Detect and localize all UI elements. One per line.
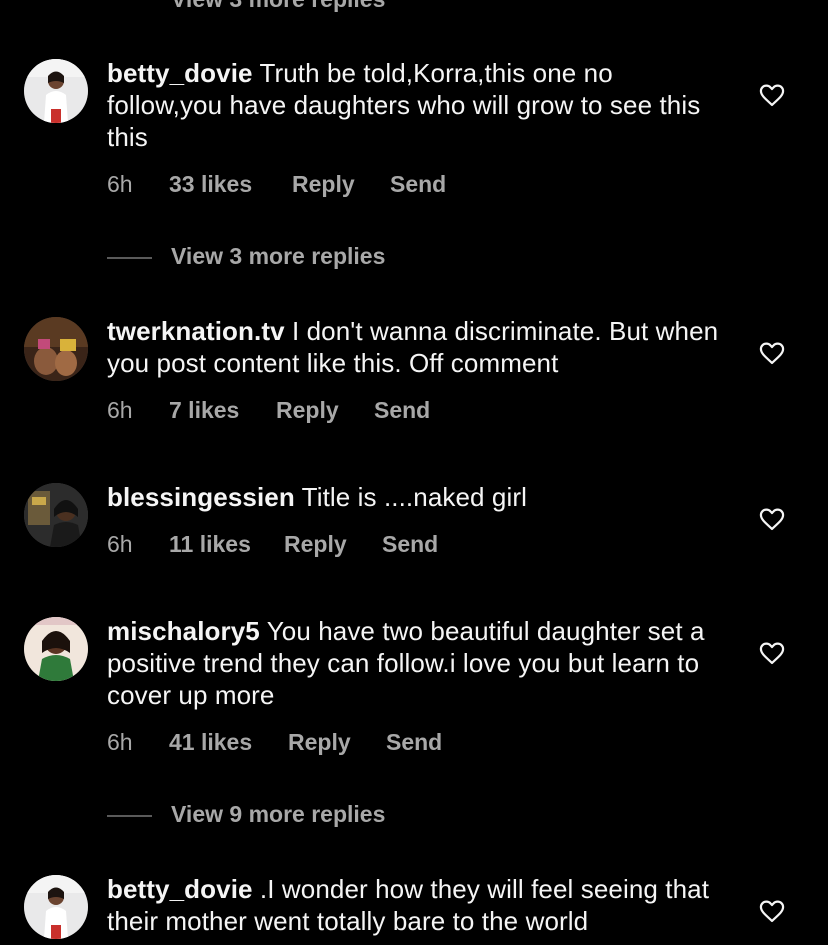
send-button[interactable]: Send xyxy=(390,171,446,198)
comment-text: betty_dovie Truth be told,Korra,this one… xyxy=(107,57,727,153)
comment-username[interactable]: blessingessien xyxy=(107,482,295,512)
avatar[interactable] xyxy=(24,875,88,939)
reply-button[interactable]: Reply xyxy=(292,171,355,198)
likes-count[interactable]: 7 likes xyxy=(169,397,239,424)
comment-time: 6h xyxy=(107,171,133,197)
heart-icon[interactable] xyxy=(758,81,786,109)
view-more-replies-top[interactable]: View 3 more replies xyxy=(0,0,828,16)
comment-time: 6h xyxy=(107,729,133,755)
comment-text: mischalory5 You have two beautiful daugh… xyxy=(107,615,727,711)
avatar[interactable] xyxy=(24,59,88,123)
view-more-replies[interactable]: View 3 more replies xyxy=(107,243,507,273)
send-button[interactable]: Send xyxy=(374,397,430,424)
reply-button[interactable]: Reply xyxy=(284,531,347,558)
heart-icon[interactable] xyxy=(758,505,786,533)
view-more-replies-label: View 9 more replies xyxy=(171,801,386,827)
comment-username[interactable]: mischalory5 xyxy=(107,616,260,646)
comment-username[interactable]: betty_dovie xyxy=(107,58,253,88)
comment-text: betty_dovie .I wonder how they will feel… xyxy=(107,873,727,937)
replies-divider xyxy=(107,257,152,259)
comment-time: 6h xyxy=(107,397,133,423)
view-more-replies-label: View 3 more replies xyxy=(171,243,386,269)
avatar[interactable] xyxy=(24,617,88,681)
likes-count[interactable]: 41 likes xyxy=(169,729,252,756)
send-button[interactable]: Send xyxy=(386,729,442,756)
comment-body: Title is ....naked girl xyxy=(294,482,527,512)
replies-divider xyxy=(107,815,152,817)
reply-button[interactable]: Reply xyxy=(276,397,339,424)
likes-count[interactable]: 33 likes xyxy=(169,171,252,198)
likes-count[interactable]: 11 likes xyxy=(169,531,251,558)
reply-button[interactable]: Reply xyxy=(288,729,351,756)
view-more-replies[interactable]: View 9 more replies xyxy=(107,801,507,831)
comment-username[interactable]: betty_dovie xyxy=(107,874,253,904)
comment-text: blessingessien Title is ....naked girl xyxy=(107,481,727,513)
avatar[interactable] xyxy=(24,483,88,547)
comment-time: 6h xyxy=(107,531,133,557)
avatar[interactable] xyxy=(24,317,88,381)
heart-icon[interactable] xyxy=(758,339,786,367)
send-button[interactable]: Send xyxy=(382,531,438,558)
comment-username[interactable]: twerknation.tv xyxy=(107,316,285,346)
comment-text: twerknation.tv I don't wanna discriminat… xyxy=(107,315,727,379)
heart-icon[interactable] xyxy=(758,897,786,925)
view-more-replies-label: View 3 more replies xyxy=(171,0,385,13)
heart-icon[interactable] xyxy=(758,639,786,667)
